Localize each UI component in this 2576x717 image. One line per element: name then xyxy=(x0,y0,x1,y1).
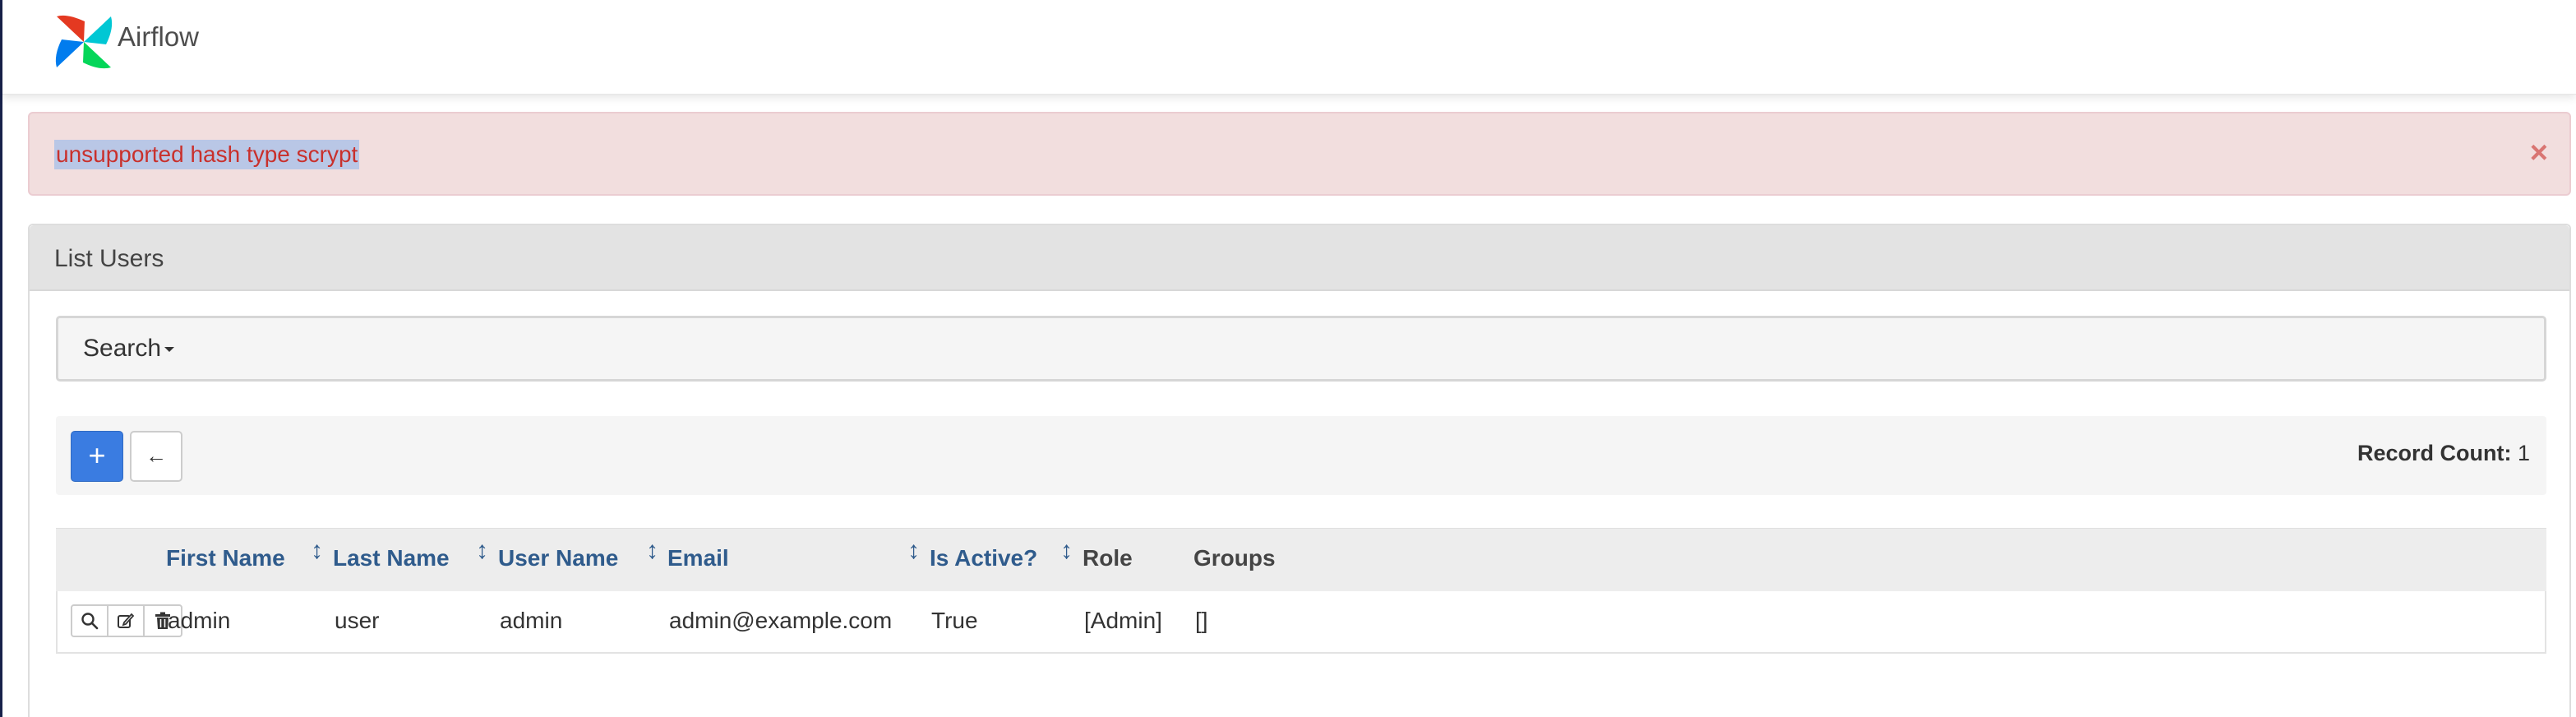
arrow-left-icon: ← xyxy=(145,443,167,468)
alert-message: unsupported hash type scrypt xyxy=(54,140,360,169)
search-dropdown-toggle[interactable]: Search xyxy=(83,335,175,363)
sort-icon[interactable]: ↕ xyxy=(1060,537,1073,565)
row-actions xyxy=(71,604,182,637)
close-icon[interactable]: × xyxy=(2530,136,2548,169)
record-count-value: 1 xyxy=(2517,441,2530,465)
edit-icon xyxy=(118,613,135,628)
column-header-is-active[interactable]: Is Active? xyxy=(930,545,1037,571)
cell-email: admin@example.com xyxy=(669,608,893,633)
page-title: List Users xyxy=(54,245,164,272)
cell-first-name: admin xyxy=(168,608,231,633)
list-users-panel: List Users Search + ← Record Count: 1 Fi… xyxy=(28,224,2571,717)
caret-down-icon xyxy=(164,347,175,353)
column-header-role: Role xyxy=(1083,545,1133,571)
cell-role: [Admin] xyxy=(1084,608,1162,633)
cell-last-name: user xyxy=(335,608,380,633)
users-table: First Name ↕ Last Name ↕ User Name ↕ Ema… xyxy=(56,528,2546,654)
window-edge xyxy=(0,0,2,717)
cell-user-name: admin xyxy=(500,608,563,633)
search-well: Search xyxy=(56,316,2546,382)
search-icon xyxy=(81,613,99,630)
cell-is-active: True xyxy=(931,608,978,633)
back-button[interactable]: ← xyxy=(130,431,182,482)
sort-icon[interactable]: ↕ xyxy=(907,537,920,565)
brand-link[interactable]: Airflow xyxy=(52,12,199,72)
sort-icon[interactable]: ↕ xyxy=(646,537,658,565)
add-record-button[interactable]: + xyxy=(71,431,123,482)
airflow-logo-icon xyxy=(55,15,113,69)
search-label: Search xyxy=(83,335,162,362)
cell-groups: [] xyxy=(1195,608,1208,633)
column-header-user-name[interactable]: User Name xyxy=(498,545,618,571)
column-header-first-name[interactable]: First Name xyxy=(166,545,285,571)
app-name: Airflow xyxy=(118,21,200,52)
record-count-label: Record Count: xyxy=(2357,441,2512,465)
edit-record-button[interactable] xyxy=(108,606,145,636)
error-alert: unsupported hash type scrypt × xyxy=(28,112,2571,196)
table-row: admin user admin admin@example.com True … xyxy=(56,591,2546,654)
plus-icon: + xyxy=(88,438,106,472)
navbar: Airflow xyxy=(2,0,2576,95)
show-record-button[interactable] xyxy=(72,606,108,636)
sort-icon[interactable]: ↕ xyxy=(476,537,488,565)
list-toolbar: + ← Record Count: 1 xyxy=(56,416,2546,495)
column-header-email[interactable]: Email xyxy=(667,545,729,571)
panel-heading: List Users xyxy=(30,225,2569,291)
column-header-last-name[interactable]: Last Name xyxy=(333,545,450,571)
record-count: Record Count: 1 xyxy=(2357,441,2530,466)
column-header-groups: Groups xyxy=(1193,545,1276,571)
table-header: First Name ↕ Last Name ↕ User Name ↕ Ema… xyxy=(56,528,2546,591)
sort-icon[interactable]: ↕ xyxy=(311,537,323,565)
